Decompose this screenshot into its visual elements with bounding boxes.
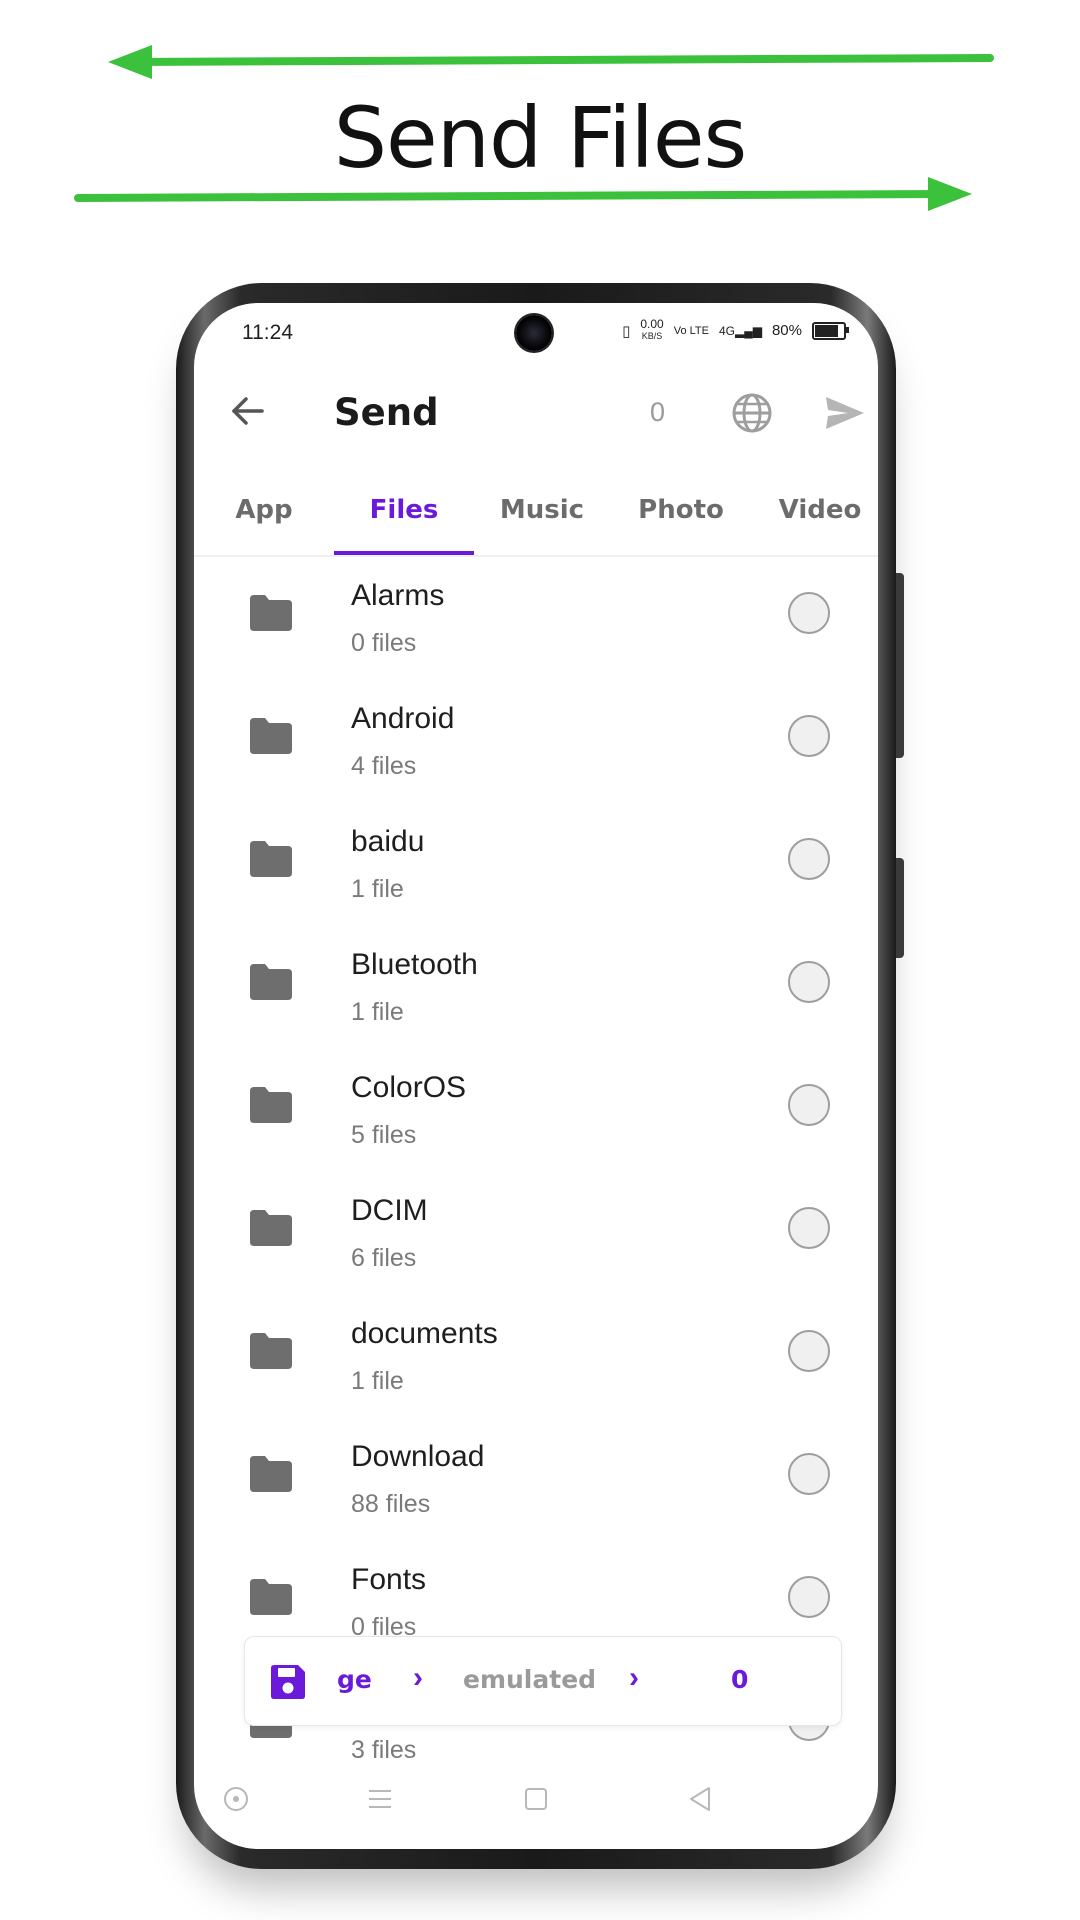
select-checkbox[interactable] <box>788 1084 830 1126</box>
net-speed-unit: KB/S <box>641 331 663 341</box>
breadcrumb-segment-storage[interactable]: ge <box>337 1665 372 1694</box>
page-title: Send <box>334 391 439 434</box>
side-button-lower <box>896 858 904 958</box>
side-button-upper <box>896 573 904 758</box>
left-arrowhead <box>108 45 152 79</box>
tab-video[interactable]: Video <box>750 495 878 525</box>
folder-file-count: 5 files <box>351 1121 417 1149</box>
folder-name: Android <box>351 702 455 735</box>
tab-bar: App Files Music Photo Video <box>194 473 878 557</box>
folder-icon <box>250 1456 292 1492</box>
tab-photo[interactable]: Photo <box>611 495 751 525</box>
folder-file-count: 1 file <box>351 1367 404 1395</box>
signal-icon: 4G▂▄▆ <box>718 323 762 338</box>
save-disk-icon <box>271 1665 305 1699</box>
tab-indicator <box>334 551 474 555</box>
folder-file-count: 1 file <box>351 875 404 903</box>
status-icons: ▯ 0.00 KB/S Vo LTE 4G▂▄▆ 80% <box>622 317 849 342</box>
folder-row[interactable]: Download 88 files <box>194 1418 878 1541</box>
folder-row[interactable]: documents 1 file <box>194 1295 878 1418</box>
folder-name: baidu <box>351 825 425 858</box>
folder-row[interactable]: Alarms 0 files <box>194 557 878 680</box>
folder-file-count: 0 files <box>351 629 417 657</box>
volte-indicator: Vo LTE <box>673 324 709 337</box>
folder-name: documents <box>351 1317 498 1350</box>
folder-file-count: 1 file <box>351 998 404 1026</box>
battery-percent: 80% <box>771 322 802 339</box>
select-checkbox[interactable] <box>788 838 830 880</box>
folder-file-count: 4 files <box>351 752 417 780</box>
app-bar: Send 0 <box>194 373 878 453</box>
vibrate-icon: ▯ <box>622 322 631 340</box>
folder-name: ColorOS <box>351 1071 467 1104</box>
folder-row[interactable]: Android 4 files <box>194 680 878 803</box>
folder-list: Alarms 0 files Android 4 files baidu 1 f… <box>194 557 878 1787</box>
back-triangle-icon[interactable] <box>684 1783 716 1815</box>
tab-app[interactable]: App <box>194 495 334 525</box>
phone-frame: 11:24 ▯ 0.00 KB/S Vo LTE 4G▂▄▆ 80% Send <box>176 283 904 1869</box>
phone-screen: 11:24 ▯ 0.00 KB/S Vo LTE 4G▂▄▆ 80% Send <box>194 303 878 1849</box>
folder-name: Alarms <box>351 579 445 612</box>
bottom-arrow-line <box>74 190 949 202</box>
folder-icon <box>250 1333 292 1369</box>
folder-row[interactable]: Bluetooth 1 file <box>194 926 878 1049</box>
folder-icon <box>250 964 292 1000</box>
folder-row[interactable]: ColorOS 5 files <box>194 1049 878 1172</box>
arrow-left-icon[interactable] <box>228 391 268 431</box>
select-checkbox[interactable] <box>788 592 830 634</box>
folder-icon <box>250 718 292 754</box>
network-type: 4G <box>718 323 735 338</box>
breadcrumb-segment-current[interactable]: 0 <box>731 1665 748 1694</box>
select-checkbox[interactable] <box>788 1207 830 1249</box>
folder-icon <box>250 1579 292 1615</box>
folder-icon <box>250 841 292 877</box>
chevron-right-icon: › <box>413 1661 423 1694</box>
selected-count: 0 <box>650 397 666 427</box>
front-camera <box>516 315 552 351</box>
net-speed: 0.00 KB/S <box>640 317 664 342</box>
menu-icon[interactable] <box>364 1783 396 1815</box>
net-speed-value: 0.00 <box>640 317 664 331</box>
folder-icon <box>250 1210 292 1246</box>
folder-file-count: 88 files <box>351 1490 431 1518</box>
status-time: 11:24 <box>242 321 293 344</box>
select-checkbox[interactable] <box>788 1453 830 1495</box>
folder-icon <box>250 595 292 631</box>
chevron-right-icon: › <box>629 1661 639 1694</box>
select-checkbox[interactable] <box>788 961 830 1003</box>
tab-files[interactable]: Files <box>334 495 474 525</box>
status-bar: 11:24 ▯ 0.00 KB/S Vo LTE 4G▂▄▆ 80% <box>194 303 878 363</box>
banner-title: Send Files <box>333 89 748 187</box>
folder-name: Download <box>351 1440 485 1473</box>
tab-music[interactable]: Music <box>472 495 612 525</box>
globe-icon[interactable] <box>730 391 774 435</box>
send-icon[interactable] <box>822 391 866 435</box>
select-checkbox[interactable] <box>788 1330 830 1372</box>
folder-row[interactable]: baidu 1 file <box>194 803 878 926</box>
top-arrow-line <box>126 54 994 66</box>
folder-name: Fonts <box>351 1563 427 1596</box>
folder-row[interactable]: DCIM 6 files <box>194 1172 878 1295</box>
folder-icon <box>250 1087 292 1123</box>
folder-file-count: 6 files <box>351 1244 417 1272</box>
home-square-icon[interactable] <box>520 1783 552 1815</box>
breadcrumb-segment-emulated[interactable]: emulated <box>463 1665 596 1694</box>
select-checkbox[interactable] <box>788 1576 830 1618</box>
breadcrumb: ge › emulated › 0 <box>244 1636 842 1726</box>
select-checkbox[interactable] <box>788 715 830 757</box>
assistant-icon[interactable] <box>220 1783 252 1815</box>
folder-name: Bluetooth <box>351 948 478 981</box>
folder-name: DCIM <box>351 1194 428 1227</box>
battery-icon <box>812 321 849 340</box>
folder-file-count: 3 files <box>351 1736 417 1764</box>
system-nav-bar <box>194 1769 878 1829</box>
